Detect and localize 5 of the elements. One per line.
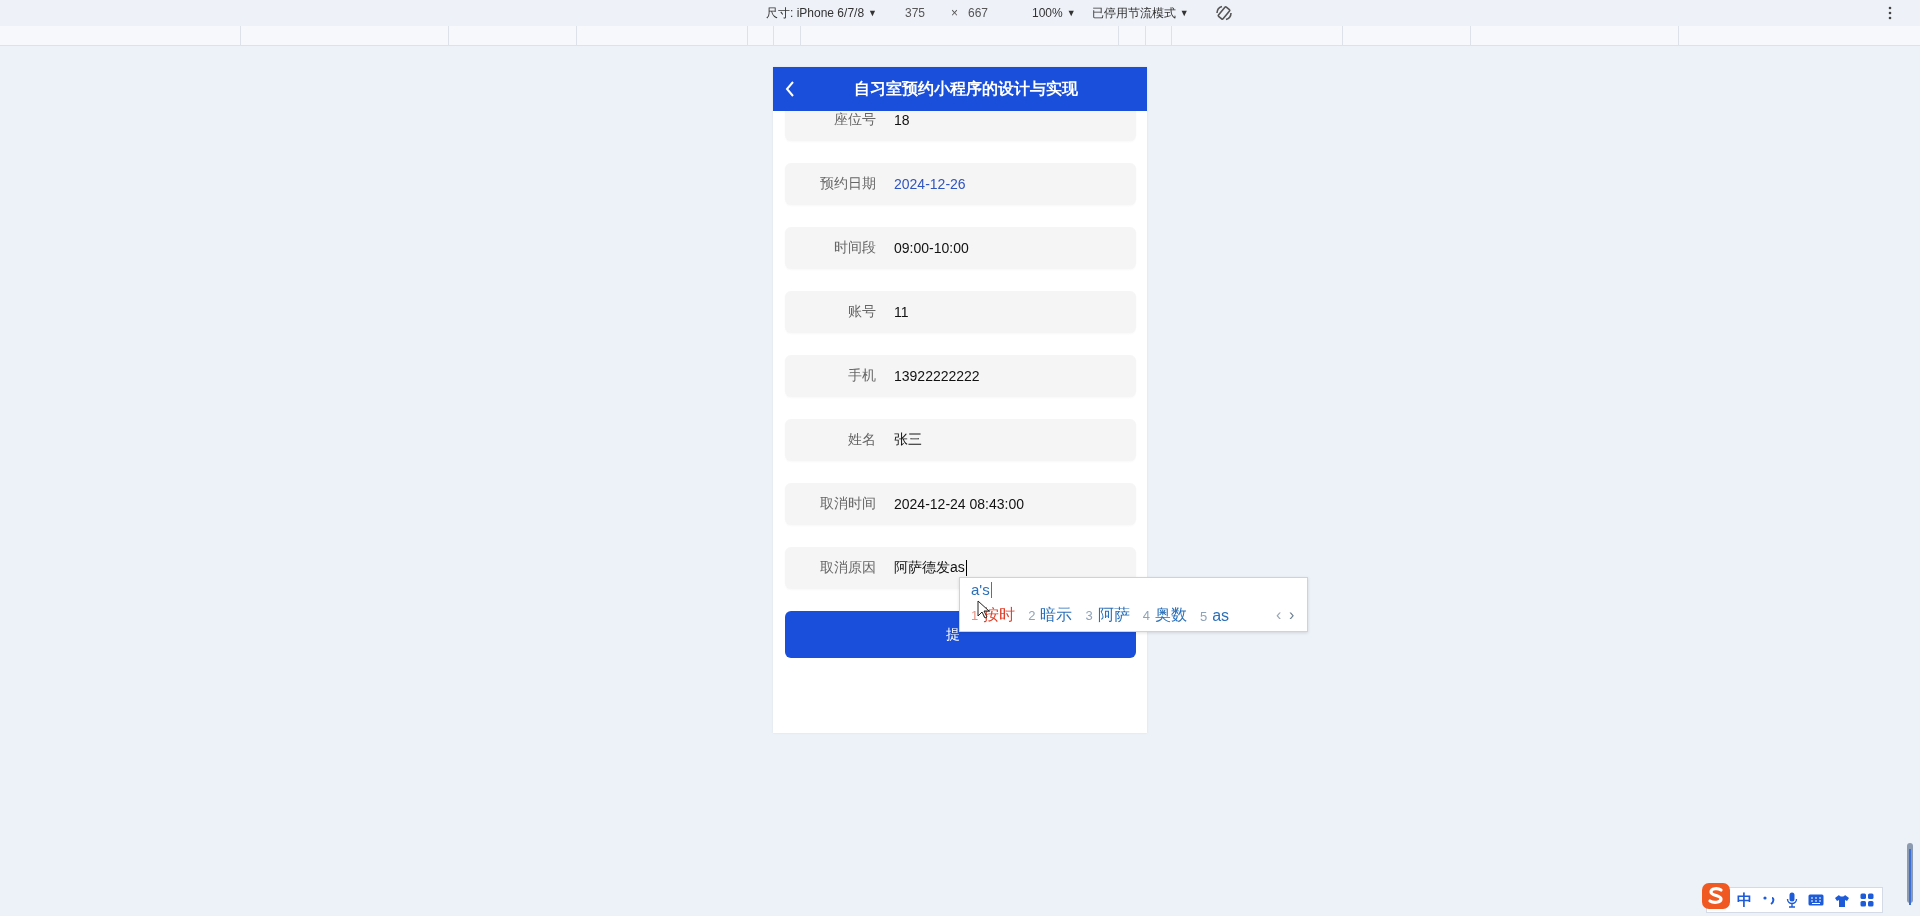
caret-icon: ▼ bbox=[1066, 8, 1076, 18]
times-sign: × bbox=[951, 6, 958, 20]
caret-icon: ▼ bbox=[868, 8, 877, 18]
page-title: 自习室预约小程序的设计与实现 bbox=[854, 78, 1078, 99]
caret-icon: ▼ bbox=[1179, 8, 1189, 18]
